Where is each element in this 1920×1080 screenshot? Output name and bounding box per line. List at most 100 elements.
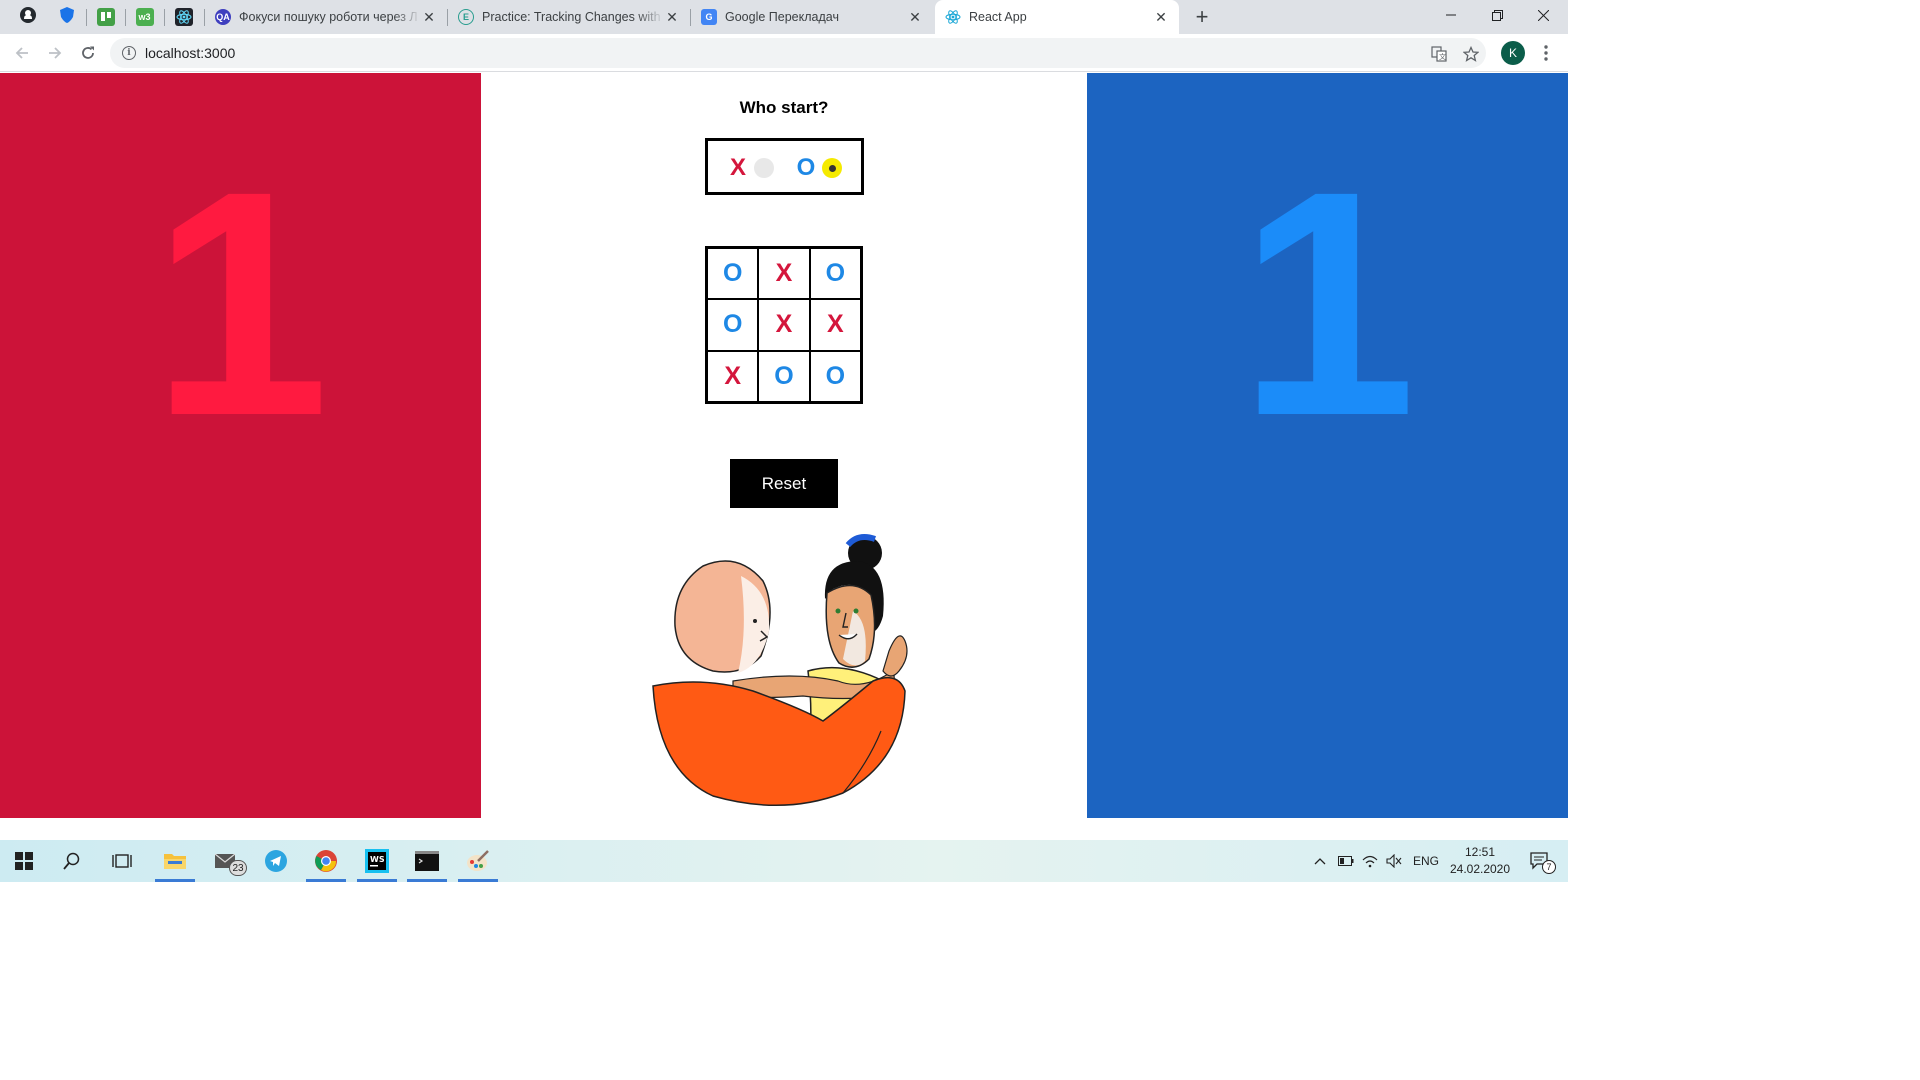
address-bar[interactable]: i localhost:3000 文 [110,38,1486,68]
tab-google-translate[interactable]: G Google Перекладач ✕ [691,0,933,34]
file-explorer-button[interactable] [151,840,199,882]
starter-x-radio[interactable] [754,158,774,178]
board-cell[interactable]: O [758,350,810,402]
starter-x-label: X [729,154,746,181]
trello-icon [96,8,115,26]
board-cell[interactable]: O [809,350,861,402]
window-close-icon [1537,9,1549,21]
url-text: localhost:3000 [145,45,236,61]
back-arrow-icon [15,47,28,59]
github-icon [19,6,37,29]
close-icon[interactable]: ✕ [421,9,437,25]
profile-avatar[interactable]: K [1501,41,1525,65]
task-view-icon [112,854,132,868]
close-icon[interactable]: ✕ [907,9,923,25]
tab-practice-tracking[interactable]: E Practice: Tracking Changes with C ✕ [448,0,690,34]
paint-button[interactable] [454,840,502,882]
board-cell[interactable]: O [707,248,759,300]
volume-button[interactable] [1383,840,1405,882]
svg-text:文: 文 [1439,52,1446,61]
new-tab-button[interactable]: + [1190,4,1214,29]
wifi-button[interactable] [1359,840,1381,882]
board-cell[interactable]: X [707,350,759,402]
minimize-icon [1446,14,1456,16]
reload-icon [82,46,94,59]
chrome-icon [315,850,337,872]
starter-option-x[interactable]: X [728,154,774,182]
tab-title: React App [969,10,1027,24]
telegram-button[interactable] [252,840,300,882]
tab-react-app[interactable]: React App ✕ [935,0,1179,34]
tab-title: Google Перекладач [725,10,839,24]
reload-button[interactable] [74,39,102,67]
starter-o-radio[interactable] [822,158,842,178]
board-cell[interactable]: O [707,299,759,351]
action-center-button[interactable]: 7 [1520,840,1560,882]
task-view-button[interactable] [98,840,146,882]
forward-button[interactable] [41,39,69,67]
forward-arrow-icon [49,47,62,59]
volume-muted-icon [1386,854,1402,868]
webstorm-icon: WS [365,849,389,873]
hugging-people-illustration [643,531,923,811]
telegram-icon [265,850,287,872]
close-icon[interactable]: ✕ [1153,9,1169,25]
site-info-icon[interactable]: i [122,46,136,60]
show-hidden-icons-button[interactable] [1309,840,1331,882]
starter-option-o[interactable]: O [796,154,842,182]
windows-taskbar: 23 WS ENG 12:51 24.02.2020 7 [0,840,1568,882]
pinned-tab-react[interactable] [164,0,203,34]
qa-favicon-icon: QA [215,9,231,25]
google-translate-icon: G [701,9,717,25]
clock-date: 24.02.2020 [1449,862,1511,876]
wifi-icon [1362,855,1378,868]
start-button[interactable] [0,840,48,882]
pinned-tab-github[interactable] [8,0,47,34]
board-cell[interactable]: X [758,248,810,300]
react-app-page: 1 Who start? X O O X O O X X X O O Reset [0,73,1568,818]
board-cell[interactable]: X [809,299,861,351]
language-indicator[interactable]: ENG [1408,840,1444,882]
chrome-button[interactable] [302,840,350,882]
pinned-tab-trello[interactable] [86,0,125,34]
tab-qa-article[interactable]: QA Фокуси пошуку роботи через Л ✕ [205,0,447,34]
shield-icon [58,6,76,29]
pinned-tab-shield[interactable] [47,0,86,34]
who-start-title: Who start? [739,98,829,117]
pinned-tab-w3[interactable]: w3 [125,0,164,34]
mail-button[interactable]: 23 [203,840,251,882]
bookmark-star-icon[interactable] [1462,45,1480,63]
system-clock[interactable]: 12:51 24.02.2020 [1446,844,1514,878]
browser-tab-strip: w3 QA Фокуси пошуку роботи через Л ✕ E P… [0,0,1568,34]
chevron-up-icon [1314,858,1326,865]
e-favicon-icon: E [458,9,474,25]
search-button[interactable] [48,840,96,882]
player-x-panel: 1 [0,73,481,818]
clock-time: 12:51 [1464,845,1496,859]
battery-icon [1338,856,1354,866]
close-icon[interactable]: ✕ [664,9,680,25]
svg-text:WS: WS [370,855,385,864]
game-area: Who start? X O O X O O X X X O O Reset [481,73,1087,818]
window-close-button[interactable] [1520,0,1566,30]
minimize-button[interactable] [1428,0,1474,30]
terminal-button[interactable] [403,840,451,882]
player-o-panel: 1 [1087,73,1568,818]
board-cell[interactable]: O [809,248,861,300]
browser-menu-icon[interactable] [1536,39,1556,67]
restore-icon [1491,9,1503,21]
tab-title: Practice: Tracking Changes with C [482,10,664,24]
restore-button[interactable] [1474,0,1520,30]
tab-title: Фокуси пошуку роботи через Л [239,10,418,24]
player-x-score: 1 [151,124,330,482]
player-o-score: 1 [1238,124,1417,482]
back-button[interactable] [8,39,36,67]
starter-o-label: O [796,154,816,181]
webstorm-button[interactable]: WS [353,840,401,882]
board-cell[interactable]: X [758,299,810,351]
translate-icon[interactable]: 文 [1430,45,1448,63]
battery-button[interactable] [1335,840,1357,882]
reset-button[interactable]: Reset [730,459,838,508]
react-icon [174,8,193,26]
w3-icon: w3 [135,8,154,26]
